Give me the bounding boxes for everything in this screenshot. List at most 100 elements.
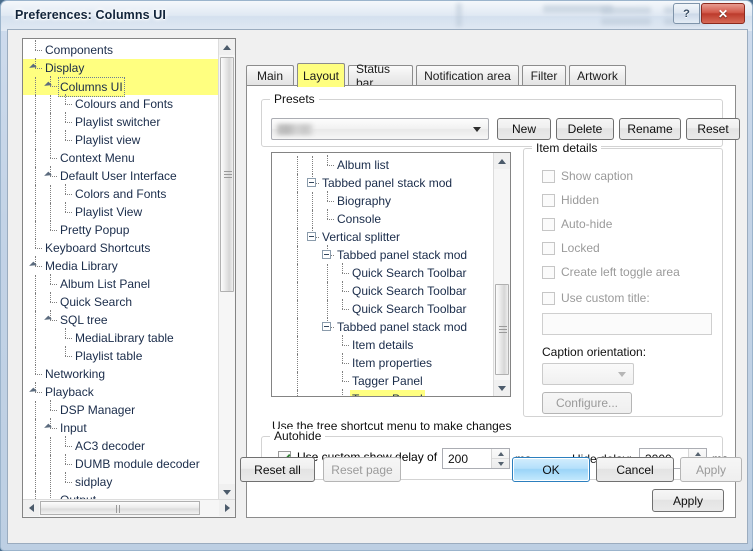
layout-node-tagger-panel[interactable]: Tagger Panel	[272, 389, 493, 396]
layout-node-tabbed-panel-stack-mod[interactable]: Tabbed panel stack mod	[272, 245, 493, 264]
tab-artwork[interactable]: Artwork	[569, 65, 626, 86]
sidebar-item-colours-and-fonts[interactable]: Colours and Fonts	[23, 94, 218, 113]
checkbox-create-left-toggle-area[interactable]: Create left toggle area	[542, 265, 680, 279]
sidebar-item-medialibrary-table[interactable]: MediaLibrary table	[23, 328, 218, 347]
sidebar-item-playlist-view[interactable]: Playlist View	[23, 202, 218, 221]
sidebar-item-keyboard-shortcuts[interactable]: Keyboard Shortcuts	[23, 238, 218, 257]
checkbox-hidden[interactable]: Hidden	[542, 193, 599, 207]
expander-collapse-icon[interactable]	[307, 232, 316, 241]
tree-guide-line	[297, 228, 298, 246]
sidebar-item-pretty-popup[interactable]: Pretty Popup	[23, 220, 218, 239]
ok-button[interactable]: OK	[512, 457, 590, 482]
show-delay-value: 200	[448, 451, 469, 466]
reset-all-button[interactable]: Reset all	[240, 457, 315, 482]
tree-item-label: DUMB module decoder	[75, 457, 200, 471]
custom-title-input[interactable]	[542, 313, 712, 335]
tree-guide-line	[35, 221, 36, 239]
tab-main[interactable]: Main	[246, 65, 294, 86]
layout-node-album-list[interactable]: Album list	[272, 155, 493, 174]
tab-layout[interactable]: Layout	[297, 63, 345, 87]
sidebar-item-columns-ui[interactable]: Columns UI	[23, 76, 218, 97]
close-glyph: ✕	[717, 6, 729, 21]
sidebar-item-playlist-switcher[interactable]: Playlist switcher	[23, 112, 218, 131]
layout-node-quick-search-toolbar[interactable]: Quick Search Toolbar	[272, 299, 493, 318]
preset-rename-button[interactable]: Rename	[619, 118, 681, 140]
sidebar-item-sidplay[interactable]: sidplay	[23, 472, 218, 491]
cancel-button[interactable]: Cancel	[596, 457, 674, 482]
scrollbar-thumb[interactable]	[220, 57, 234, 292]
sidebar-item-quick-search[interactable]: Quick Search	[23, 292, 218, 311]
expander-collapse-icon[interactable]	[307, 178, 316, 187]
sidebar-item-input[interactable]: Input	[23, 418, 218, 437]
sidebar-item-default-user-interface[interactable]: Default User Interface	[23, 166, 218, 185]
help-icon[interactable]: ?	[673, 3, 700, 24]
layout-node-item-properties[interactable]: Item properties	[272, 353, 493, 372]
sidebar-item-display[interactable]: Display	[23, 58, 218, 77]
apply-button[interactable]: Apply	[680, 457, 742, 482]
layout-node-quick-search-toolbar[interactable]: Quick Search Toolbar	[272, 281, 493, 300]
sidebar-item-context-menu[interactable]: Context Menu	[23, 148, 218, 167]
sidebar-item-colors-and-fonts[interactable]: Colors and Fonts	[23, 184, 218, 203]
category-tree-vertical-scrollbar[interactable]	[218, 39, 235, 500]
scroll-down-icon[interactable]	[494, 380, 510, 396]
tree-guide-line	[35, 437, 36, 455]
caption-orientation-combo[interactable]	[542, 363, 634, 385]
tree-item-label: Quick Search Toolbar	[352, 266, 467, 280]
tab-status-bar[interactable]: Status bar	[348, 62, 413, 90]
preferences-category-tree[interactable]: Components Display Columns UI Colours and F…	[22, 38, 236, 518]
configure-button[interactable]: Configure...	[542, 392, 632, 414]
checkbox-locked[interactable]: Locked	[542, 241, 600, 255]
spinner-down-icon[interactable]	[492, 459, 509, 468]
tab-filter[interactable]: Filter	[522, 65, 566, 86]
scrollbar-thumb[interactable]	[495, 284, 509, 375]
sidebar-item-ac3-decoder[interactable]: AC3 decoder	[23, 436, 218, 455]
expander-collapse-icon[interactable]	[322, 250, 331, 259]
layout-node-tagger-panel[interactable]: Tagger Panel	[272, 371, 493, 390]
presets-combo[interactable]	[271, 118, 489, 140]
show-delay-spinner[interactable]: 200	[442, 448, 510, 469]
scroll-down-icon[interactable]	[219, 484, 235, 500]
close-icon[interactable]: ✕	[701, 3, 745, 24]
tree-item-label: Tabbed panel stack mod	[337, 248, 468, 262]
sidebar-item-dsp-manager[interactable]: DSP Manager	[23, 400, 218, 419]
layout-node-console[interactable]: Console	[272, 209, 493, 228]
sidebar-item-dumb-module-decoder[interactable]: DUMB module decoder	[23, 454, 218, 473]
layout-node-biography[interactable]: Biography	[272, 191, 493, 210]
layout-node-tabbed-panel-stack-mod[interactable]: Tabbed panel stack mod	[272, 173, 493, 192]
layout-node-vertical-splitter[interactable]: Vertical splitter	[272, 227, 493, 246]
sidebar-item-album-list-panel[interactable]: Album List Panel	[23, 274, 218, 293]
preset-reset-button[interactable]: Reset	[686, 118, 740, 140]
layout-node-item-details[interactable]: Item details	[272, 335, 493, 354]
tab-notification-area[interactable]: Notification area	[416, 65, 519, 86]
sidebar-item-networking[interactable]: Networking	[23, 364, 218, 383]
sidebar-item-media-library[interactable]: Media Library	[23, 256, 218, 275]
item-details-group: Item details Show caption Hidden Auto-hi…	[523, 141, 723, 417]
layout-node-tabbed-panel-stack-mod[interactable]: Tabbed panel stack mod	[272, 317, 493, 336]
expander-collapse-icon[interactable]	[322, 322, 331, 331]
tree-item-label: SQL tree	[60, 313, 108, 327]
background-window-ghost	[601, 18, 651, 25]
preset-delete-button[interactable]: Delete	[556, 118, 614, 140]
ok-label: OK	[542, 462, 560, 477]
spinner-up-icon[interactable]	[492, 449, 509, 459]
title-bar[interactable]: Preferences: Columns UI ? ✕	[1, 1, 752, 31]
sidebar-item-playback[interactable]: Playback	[23, 382, 218, 401]
reset-page-button[interactable]: Reset page	[323, 457, 401, 482]
sidebar-item-playlist-view[interactable]: Playlist view	[23, 130, 218, 149]
sidebar-item-sql-tree[interactable]: SQL tree	[23, 310, 218, 329]
checkbox-label: Locked	[561, 241, 600, 255]
preset-new-button[interactable]: New	[497, 118, 551, 140]
sidebar-item-components[interactable]: Components	[23, 40, 218, 59]
checkbox-auto-hide[interactable]: Auto-hide	[542, 217, 612, 231]
layout-node-quick-search-toolbar[interactable]: Quick Search Toolbar	[272, 263, 493, 282]
show-delay-spinner-buttons[interactable]	[491, 449, 509, 468]
layout-tree[interactable]: Album list Tabbed panel stack mod Biograph…	[271, 152, 511, 397]
checkbox-show-caption[interactable]: Show caption	[542, 169, 633, 183]
layout-tree-vertical-scrollbar[interactable]	[493, 153, 510, 396]
tree-item-label: Columns UI	[58, 77, 125, 97]
scroll-up-icon[interactable]	[219, 39, 235, 55]
checkbox-use-custom-title[interactable]: Use custom title:	[542, 291, 650, 305]
tree-guide-line	[327, 300, 328, 318]
sidebar-item-playlist-table[interactable]: Playlist table	[23, 346, 218, 365]
scroll-up-icon[interactable]	[494, 153, 510, 169]
